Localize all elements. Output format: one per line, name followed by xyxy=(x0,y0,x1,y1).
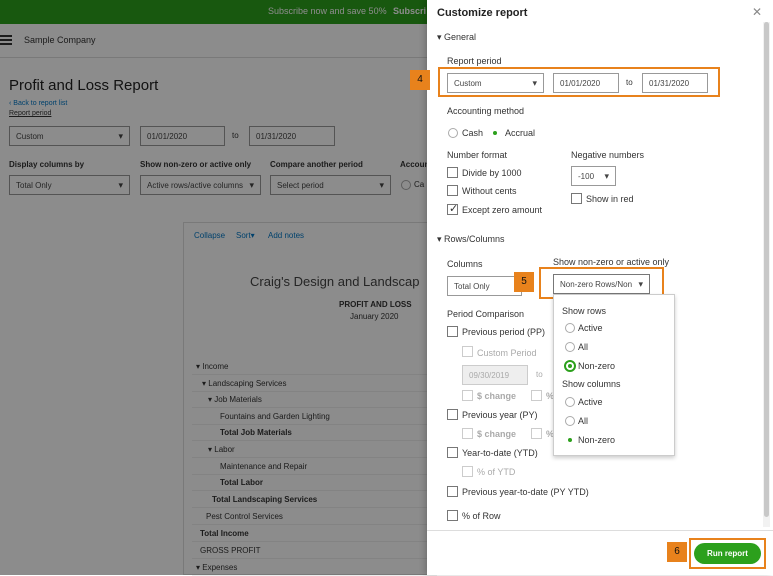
pp-to-label: to xyxy=(536,370,543,379)
without-cents-label: Without cents xyxy=(462,186,517,196)
cash-radio[interactable] xyxy=(448,128,458,138)
previous-year-checkbox[interactable] xyxy=(447,409,458,420)
columns-select[interactable]: Total Only xyxy=(447,276,522,296)
scrollbar-thumb[interactable] xyxy=(764,22,769,517)
close-icon[interactable]: ✕ xyxy=(752,5,762,19)
report-period-label: Report period xyxy=(447,56,502,66)
except-zero-checkbox[interactable] xyxy=(447,202,458,215)
pct-row-checkbox[interactable] xyxy=(447,510,458,521)
pp-dollar-change-label: $ change xyxy=(477,391,517,401)
rows-columns-toggle[interactable]: ▾ Rows/Columns xyxy=(437,234,505,245)
pct-ytd-label: % of YTD xyxy=(477,467,516,477)
columns-active-radio[interactable] xyxy=(565,397,575,407)
pp-dollar-change-checkbox[interactable] xyxy=(462,390,473,401)
callout-5: 5 xyxy=(514,272,534,292)
previous-period-label: Previous period (PP) xyxy=(462,327,546,337)
prev-ytd-checkbox[interactable] xyxy=(447,486,458,497)
show-in-red-checkbox[interactable] xyxy=(571,193,582,204)
without-cents-checkbox[interactable] xyxy=(447,185,458,196)
negative-numbers-label: Negative numbers xyxy=(571,150,645,160)
py-pct-change-checkbox[interactable] xyxy=(531,428,542,439)
custom-period-checkbox[interactable] xyxy=(462,346,473,357)
rows-columns-label: Rows/Columns xyxy=(444,234,505,244)
divide-label: Divide by 1000 xyxy=(462,168,522,178)
pp-date-input[interactable]: 09/30/2019 xyxy=(462,365,528,385)
show-columns-heading: Show columns xyxy=(562,379,621,389)
py-dollar-change-checkbox[interactable] xyxy=(462,428,473,439)
ytd-checkbox[interactable] xyxy=(447,447,458,458)
accounting-method-label: Accounting method xyxy=(447,106,525,116)
period-comparison-label: Period Comparison xyxy=(447,309,525,319)
panel-footer: 6 Run report xyxy=(427,530,773,575)
columns-active-label: Active xyxy=(578,397,603,407)
pct-ytd-checkbox[interactable] xyxy=(462,466,473,477)
show-nonzero-label: Show non-zero or active only xyxy=(553,257,670,267)
negative-numbers-value: -100 xyxy=(578,172,595,181)
ytd-label: Year-to-date (YTD) xyxy=(462,448,538,458)
negative-numbers-select[interactable]: -100 xyxy=(571,166,616,186)
run-report-button[interactable]: Run report xyxy=(694,543,761,564)
general-section-toggle[interactable]: ▾ General xyxy=(437,32,476,43)
customize-report-panel: Customize report ✕ ▾ General Report peri… xyxy=(410,0,773,575)
accrual-radio[interactable] xyxy=(490,128,500,138)
rows-nonzero-label: Non-zero xyxy=(578,361,616,371)
scrollbar[interactable] xyxy=(763,22,770,527)
previous-period-checkbox[interactable] xyxy=(447,326,458,337)
rows-nonzero-radio[interactable] xyxy=(564,360,576,372)
custom-period-label: Custom Period xyxy=(477,348,537,358)
number-format-label: Number format xyxy=(447,150,508,160)
rows-all-label: All xyxy=(578,342,589,352)
except-zero-label: Except zero amount xyxy=(462,205,543,215)
rows-all-radio[interactable] xyxy=(565,342,575,352)
pp-pct-change-checkbox[interactable] xyxy=(531,390,542,401)
cash-label: Cash xyxy=(462,128,484,138)
callout-4: 4 xyxy=(410,70,430,90)
columns-label: Columns xyxy=(447,259,483,269)
rows-active-radio[interactable] xyxy=(565,323,575,333)
prev-ytd-label: Previous year-to-date (PY YTD) xyxy=(462,487,589,497)
columns-nonzero-radio[interactable] xyxy=(565,435,575,445)
py-dollar-change-label: $ change xyxy=(477,429,517,439)
divide-checkbox[interactable] xyxy=(447,167,458,178)
callout-6: 6 xyxy=(667,542,687,562)
panel-title: Customize report xyxy=(437,7,528,19)
show-in-red-label: Show in red xyxy=(586,194,634,204)
accrual-label: Accrual xyxy=(505,128,536,138)
nonzero-dropdown-menu: Show rows Active All Non-zero Show colum… xyxy=(553,294,675,456)
rows-active-label: Active xyxy=(578,323,603,333)
columns-nonzero-label: Non-zero xyxy=(578,435,616,445)
highlight-box-period xyxy=(438,67,720,97)
general-label: General xyxy=(444,32,477,42)
caret-down-icon: ▾ xyxy=(437,32,445,42)
show-rows-heading: Show rows xyxy=(562,306,607,316)
caret-down-icon: ▾ xyxy=(437,234,445,244)
pct-row-label: % of Row xyxy=(462,511,501,521)
columns-value: Total Only xyxy=(454,282,490,291)
columns-all-radio[interactable] xyxy=(565,416,575,426)
previous-year-label: Previous year (PY) xyxy=(462,410,538,420)
columns-all-label: All xyxy=(578,416,589,426)
